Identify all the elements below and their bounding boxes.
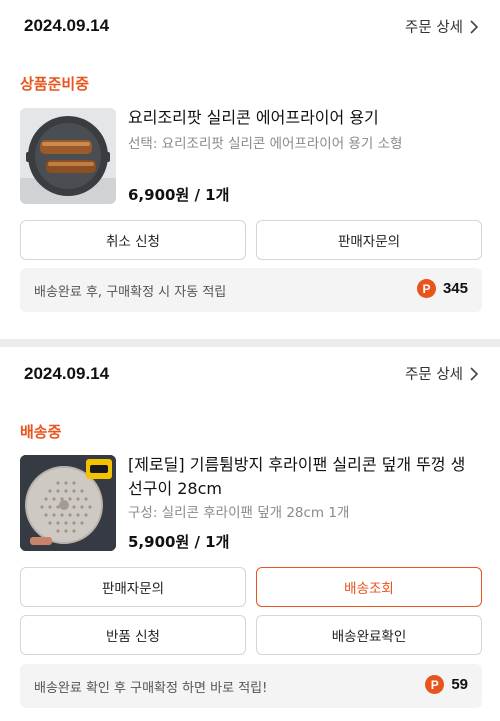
order-detail-label: 주문 상세 — [405, 367, 463, 383]
reward-points: P 59 — [425, 675, 468, 694]
chevron-right-icon — [470, 366, 478, 381]
order-status: 상품준비중 — [20, 75, 90, 93]
seller-inquiry-button[interactable]: 판매자문의 — [20, 567, 246, 607]
order-card: 2024.09.14 주문 상세 배송중 [제로딜] 기름튐방지 후라이팬 실리… — [0, 347, 500, 721]
seller-inquiry-button[interactable]: 판매자문의 — [256, 220, 482, 260]
confirm-delivery-button[interactable]: 배송완료확인 — [256, 615, 482, 655]
order-date: 2024.09.14 — [24, 16, 110, 35]
product-option: 구성: 실리콘 후라이팬 덮개 28cm 1개 — [128, 505, 350, 521]
air-fryer-liner-image — [20, 108, 116, 204]
point-icon: P — [425, 675, 445, 694]
product-image[interactable] — [20, 455, 116, 551]
product-option: 선택: 요리조리팟 실리콘 에어프라이어 용기 소형 — [128, 136, 403, 152]
splatter-guard-image — [20, 455, 116, 551]
product-name[interactable]: [제로딜] 기름튐방지 후라이팬 실리콘 덮개 뚜껑 생선구이 28cm — [128, 453, 480, 501]
cancel-request-button[interactable]: 취소 신청 — [20, 220, 246, 260]
reward-points-value: 345 — [442, 280, 468, 297]
order-detail-label: 주문 상세 — [405, 20, 463, 36]
reward-notice: 배송완료 후, 구매확정 시 자동 적립 P 345 — [20, 268, 482, 312]
product-price: 6,900원 / 1개 — [128, 186, 230, 204]
order-detail-link[interactable]: 주문 상세 — [405, 363, 478, 384]
return-request-button[interactable]: 반품 신청 — [20, 615, 246, 655]
reward-points-value: 59 — [451, 676, 468, 693]
product-name[interactable]: 요리조리팟 실리콘 에어프라이어 용기 — [128, 106, 480, 130]
order-card: 2024.09.14 주문 상세 상품준비중 요리조리팟 실리콘 에어프라이어 … — [0, 0, 500, 339]
order-status: 배송중 — [20, 423, 62, 441]
order-detail-link[interactable]: 주문 상세 — [405, 16, 478, 37]
track-delivery-button[interactable]: 배송조회 — [256, 567, 482, 607]
point-icon: P — [416, 279, 436, 298]
order-date: 2024.09.14 — [24, 364, 110, 383]
reward-points: P 345 — [416, 279, 468, 298]
reward-notice-text: 배송완료 후, 구매확정 시 자동 적립 — [34, 285, 227, 300]
reward-notice: 배송완료 확인 후 구매확정 하면 바로 적립! P 59 — [20, 664, 482, 708]
product-price: 5,900원 / 1개 — [128, 533, 230, 551]
reward-notice-text: 배송완료 확인 후 구매확정 하면 바로 적립! — [34, 681, 268, 696]
product-image[interactable] — [20, 108, 116, 204]
chevron-right-icon — [470, 19, 478, 34]
